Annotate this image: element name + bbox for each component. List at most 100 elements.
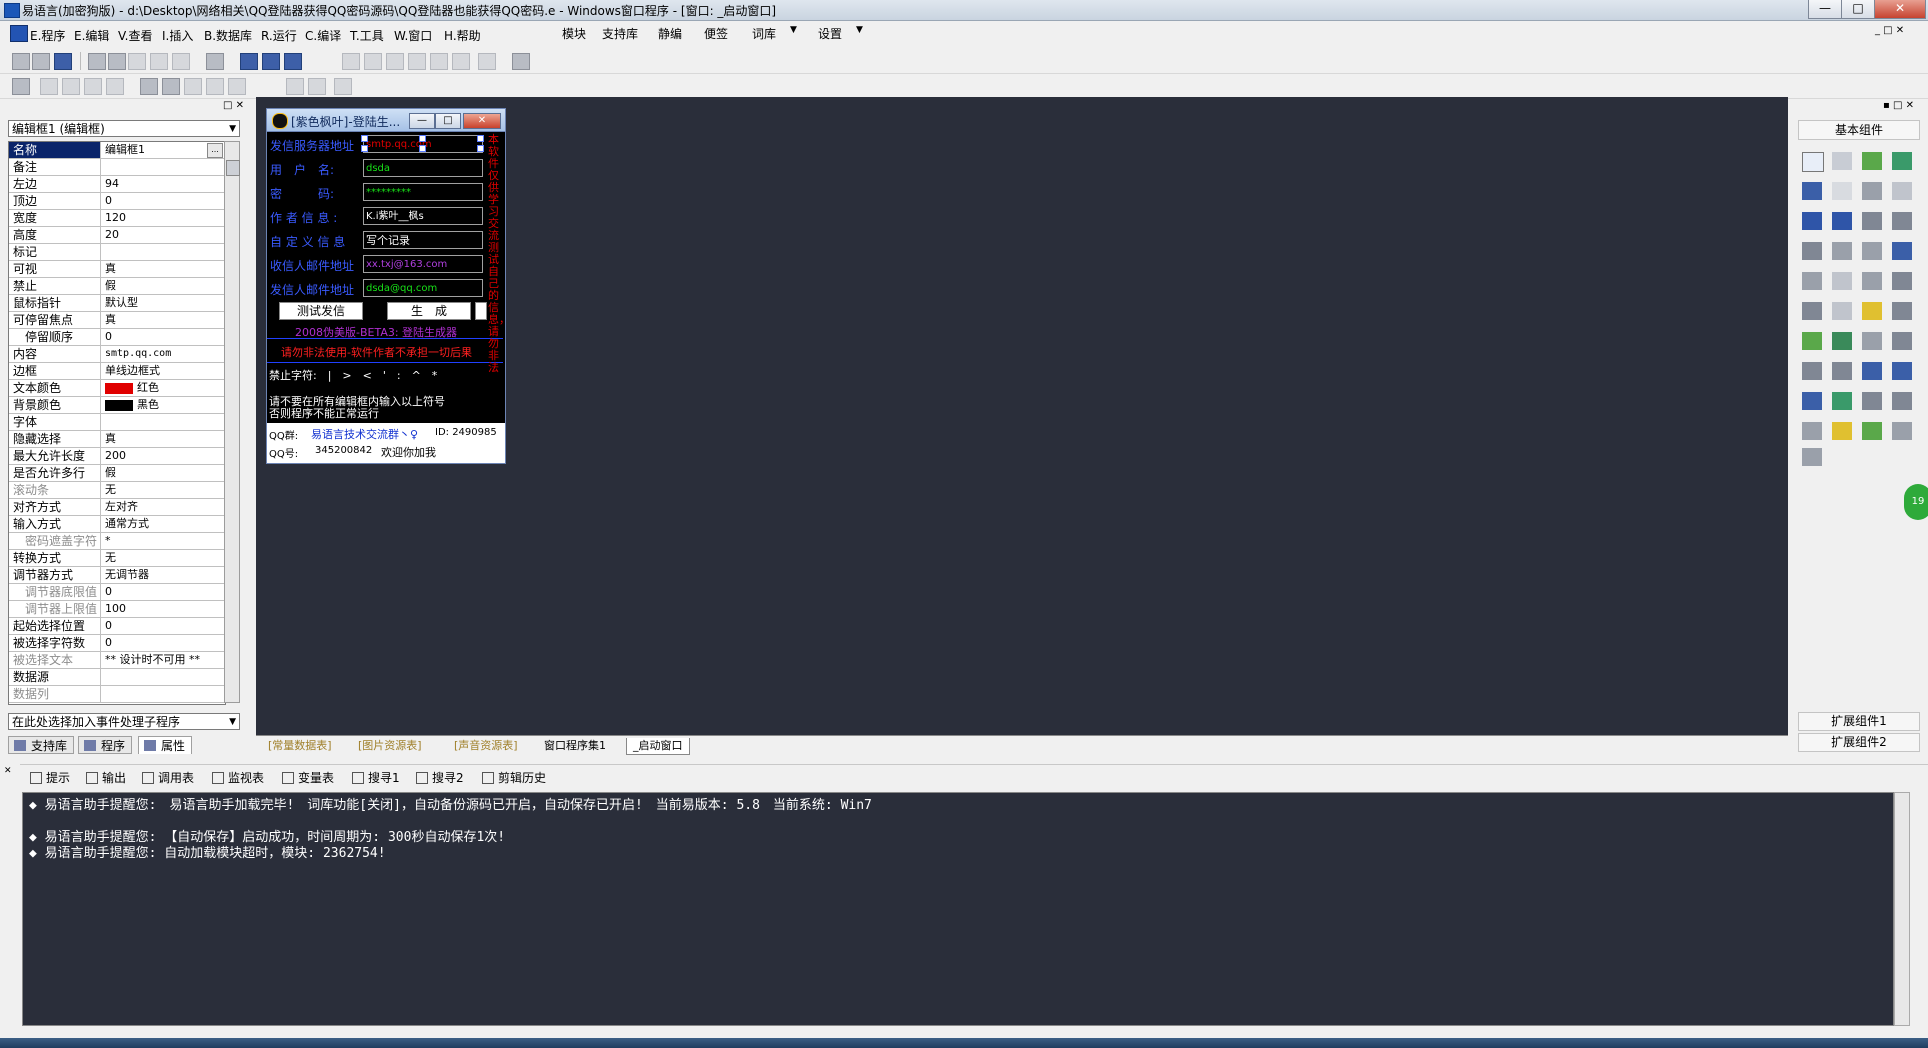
odbc-db-icon[interactable] <box>1802 448 1822 466</box>
copy-icon[interactable] <box>108 53 126 70</box>
property-row[interactable]: 滚动条无 <box>9 482 225 499</box>
assistant-badge[interactable]: 19 <box>1904 484 1928 520</box>
align-left-icon[interactable] <box>40 78 58 95</box>
slider-icon[interactable] <box>1892 242 1912 260</box>
qq-group-link[interactable]: 易语言技术交流群丶♀ <box>311 426 418 442</box>
menu-tools[interactable]: T.工具 <box>350 27 384 44</box>
layout-1-icon[interactable] <box>240 53 258 70</box>
edit-icon[interactable] <box>1862 212 1882 230</box>
button-icon[interactable] <box>1832 302 1852 320</box>
paste-icon[interactable] <box>128 53 146 70</box>
align-top-icon[interactable] <box>84 78 102 95</box>
property-row[interactable]: 对齐方式 左对齐 <box>9 499 225 516</box>
menu-database[interactable]: B.数据库 <box>204 27 252 44</box>
grid-control-icon[interactable] <box>1802 302 1822 320</box>
tab-watch[interactable]: 监视表 <box>210 769 264 787</box>
sound-icon[interactable] <box>1832 392 1852 410</box>
property-row[interactable]: 名称 编辑框1... <box>9 142 225 159</box>
database-icon[interactable] <box>1802 422 1822 440</box>
property-value[interactable]: 0 <box>103 618 225 634</box>
server-icon[interactable] <box>1802 392 1822 410</box>
property-value[interactable]: 0 <box>103 584 225 600</box>
calendar-icon[interactable] <box>1892 332 1912 350</box>
data-source-icon[interactable] <box>1832 422 1852 440</box>
panel-controls[interactable]: □ ✕ <box>6 100 244 114</box>
menu-run[interactable]: R.运行 <box>261 27 297 44</box>
tab-startup-window[interactable]: _启动窗口 <box>626 738 690 755</box>
property-row[interactable]: 文本颜色 红色 <box>9 380 225 397</box>
layout-2-icon[interactable] <box>262 53 280 70</box>
tab-hints[interactable]: 提示 <box>28 769 70 787</box>
object-select[interactable]: 编辑框1 (编辑框) ▼ <box>8 120 240 137</box>
combobox-icon[interactable] <box>1802 242 1822 260</box>
property-row[interactable]: 密码遮盖字符 * <box>9 533 225 550</box>
palette-extended-1[interactable]: 扩展组件1 <box>1798 712 1920 731</box>
generate-button[interactable]: 生 成 <box>387 302 471 320</box>
tab-window-program-set[interactable]: 窗口程序集1 <box>538 738 612 754</box>
tab-search-1[interactable]: 搜寻1 <box>350 769 400 787</box>
undo-icon[interactable] <box>150 53 168 70</box>
property-row[interactable]: 调节器方式 无调节器 <box>9 567 225 584</box>
find-icon[interactable] <box>206 53 224 70</box>
menu-insert[interactable]: I.插入 <box>162 27 193 44</box>
close-button[interactable]: ✕ <box>1874 0 1926 19</box>
property-value[interactable] <box>103 159 225 175</box>
label-icon[interactable] <box>1832 152 1852 170</box>
run-to-cursor-icon[interactable] <box>430 53 448 70</box>
layout-3-icon[interactable] <box>284 53 302 70</box>
property-value[interactable]: 94 <box>103 176 225 192</box>
text-icon[interactable] <box>1862 182 1882 200</box>
property-value[interactable] <box>103 669 225 685</box>
menu-compile[interactable]: C.编译 <box>305 27 341 44</box>
property-row[interactable]: 输入方式 通常方式 <box>9 516 225 533</box>
property-row[interactable]: 宽度 120 <box>9 210 225 227</box>
shape-icon[interactable] <box>1892 152 1912 170</box>
property-value[interactable]: 单线边框式 <box>103 363 225 379</box>
property-value[interactable]: 200 <box>103 448 225 464</box>
menu-window[interactable]: W.窗口 <box>394 27 432 44</box>
cut-icon[interactable] <box>88 53 106 70</box>
property-row[interactable]: 转换方式无 <box>9 550 225 567</box>
ellipsis-button[interactable]: ... <box>207 143 223 158</box>
same-width-icon[interactable] <box>184 78 202 95</box>
property-row[interactable]: 数据列 <box>9 686 225 703</box>
dictionary-dropdown-icon[interactable]: ▼ <box>790 25 797 35</box>
property-row[interactable]: 背景颜色 黑色 <box>9 397 225 414</box>
output-panel-close-icon[interactable]: ✕ <box>4 766 12 776</box>
scrollbar-icon[interactable] <box>1832 242 1852 260</box>
property-row[interactable]: 标记 <box>9 244 225 261</box>
property-row[interactable]: 是否允许多行假 <box>9 465 225 482</box>
panel-icon[interactable] <box>1832 182 1852 200</box>
spinner-icon[interactable] <box>1862 272 1882 290</box>
printer-icon[interactable] <box>1832 362 1852 380</box>
tab-image-resources[interactable]: [图片资源表] <box>352 738 428 754</box>
property-value[interactable]: 20 <box>103 227 225 243</box>
window-icon[interactable] <box>1862 392 1882 410</box>
space-vertical-icon[interactable] <box>308 78 326 95</box>
form-minimize-button[interactable]: — <box>409 113 435 129</box>
property-row[interactable]: 内容 smtp.qq.com <box>9 346 225 363</box>
property-row[interactable]: 备注 <box>9 159 225 176</box>
open-folder-icon[interactable] <box>32 53 50 70</box>
tab-control-icon[interactable] <box>1802 272 1822 290</box>
document-list-icon[interactable] <box>1892 302 1912 320</box>
menu-view[interactable]: V.查看 <box>118 27 152 44</box>
same-height-icon[interactable] <box>206 78 224 95</box>
minimize-button[interactable]: — <box>1808 0 1842 19</box>
line-icon[interactable] <box>1892 182 1912 200</box>
property-row[interactable]: 可视真 <box>9 261 225 278</box>
grid-icon[interactable] <box>12 78 30 95</box>
pan-icon[interactable] <box>478 53 496 70</box>
maximize-button[interactable]: □ <box>1841 0 1875 19</box>
property-row[interactable]: 字体 <box>9 414 225 431</box>
tab-order-icon[interactable] <box>334 78 352 95</box>
redo-icon[interactable] <box>172 53 190 70</box>
mdi-window-controls[interactable]: _ □ ✕ <box>1875 25 1904 36</box>
align-bottom-icon[interactable] <box>106 78 124 95</box>
same-size-icon[interactable] <box>228 78 246 95</box>
align-right-icon[interactable] <box>62 78 80 95</box>
client-icon[interactable] <box>1892 362 1912 380</box>
tree-icon[interactable] <box>1802 332 1822 350</box>
test-send-button[interactable]: 测试发信 <box>279 302 363 320</box>
sender-email-edit[interactable]: dsda@qq.com <box>363 279 483 297</box>
